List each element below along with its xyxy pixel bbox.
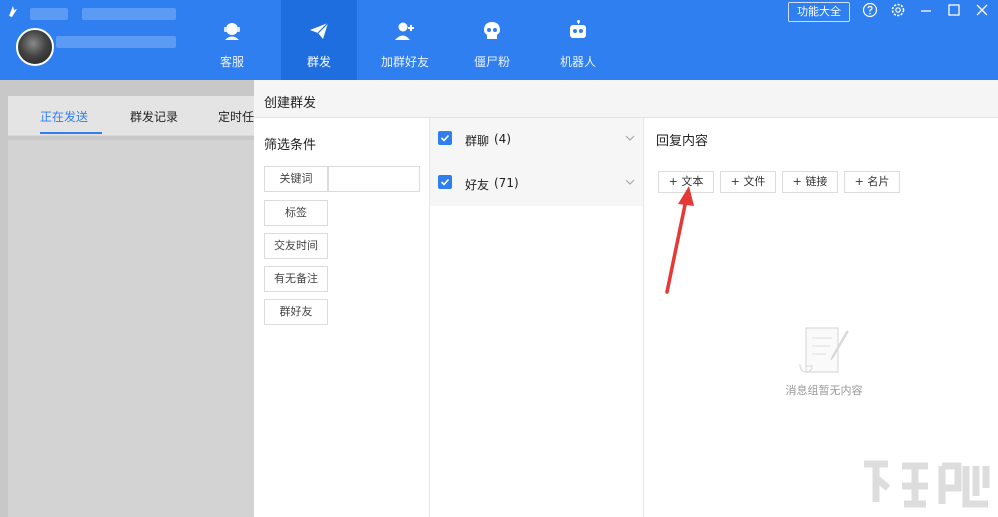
group-friend-filter-button[interactable]: 群好友 [264,299,328,325]
nav-label: 群发 [306,55,331,69]
target-column: 群聊 (4) 好友 (71) [430,118,644,517]
active-tab-indicator [40,132,102,134]
nav-item-zombie-fans[interactable]: 僵尸粉 [454,0,530,80]
blurred-username [56,36,176,48]
filter-title: 筛选条件 [264,138,317,153]
keyword-filter-button[interactable]: 关键词 [264,166,328,192]
target-label: 群聊 [465,134,490,148]
help-icon[interactable] [862,2,878,18]
add-card-button[interactable]: + 名片 [844,171,900,193]
dialog-title: 创建群发 [264,96,317,111]
dialog-header: 创建群发 [254,80,998,118]
add-file-button[interactable]: + 文件 [720,171,776,193]
chevron-down-icon[interactable] [624,132,636,144]
nav-item-add-group-friends[interactable]: 加群好友 [367,0,443,80]
checkbox-checked[interactable] [438,175,452,189]
send-icon [310,22,329,39]
create-mass-send-dialog: 创建群发 筛选条件 关键词 标签 交友时间 有无备注 群好友 群聊 (4) 好友… [254,80,998,517]
blurred-text [82,8,176,20]
checkbox-checked[interactable] [438,131,452,145]
empty-state-text: 消息组暂无内容 [785,384,863,397]
target-label: 好友 [465,178,490,192]
background-content [8,140,254,517]
avatar[interactable] [16,28,54,66]
nav-item-mass-send[interactable]: 群发 [281,0,357,80]
filter-column: 筛选条件 关键词 标签 交友时间 有无备注 群好友 [254,118,430,517]
friend-time-filter-button[interactable]: 交友时间 [264,233,328,259]
remark-filter-button[interactable]: 有无备注 [264,266,328,292]
skull-icon [484,22,500,39]
minimize-icon[interactable] [918,2,934,18]
headset-icon [224,23,240,40]
chevron-down-icon[interactable] [624,176,636,188]
blurred-text [30,8,68,20]
nav-item-robot[interactable]: 机器人 [540,0,616,80]
tab-strip: 正在发送 群发记录 定时任 [8,96,254,136]
robot-icon [570,20,586,38]
add-user-icon [395,22,414,40]
function-list-button[interactable]: 功能大全 [788,2,850,22]
maximize-icon[interactable] [946,2,962,18]
top-bar: 客服 群发 加群好友 僵尸粉 机器人 功能大全 [0,0,998,80]
target-count: (71) [494,176,519,190]
close-icon[interactable] [974,2,990,18]
target-count: (4) [494,132,511,146]
annotation-arrow [665,186,694,294]
tag-filter-button[interactable]: 标签 [264,200,328,226]
app-logo-icon [9,6,17,17]
nav-label: 客服 [219,55,244,69]
nav-label: 机器人 [559,55,596,69]
nav-item-customer-service[interactable]: 客服 [194,0,270,80]
nav-label: 僵尸粉 [473,55,510,69]
tab-send-records[interactable]: 群发记录 [130,108,178,125]
keyword-input[interactable] [328,166,420,192]
target-row-friends[interactable]: 好友 (71) [430,162,643,206]
target-row-group-chats[interactable]: 群聊 (4) [430,118,643,162]
tab-sending[interactable]: 正在发送 [40,108,88,125]
empty-scroll-icon [799,327,849,373]
add-link-button[interactable]: + 链接 [782,171,838,193]
settings-icon[interactable] [890,2,906,18]
watermark-logo [864,460,990,508]
reply-title: 回复内容 [656,134,709,149]
nav-label: 加群好友 [380,55,429,69]
tab-scheduled[interactable]: 定时任 [218,108,254,125]
